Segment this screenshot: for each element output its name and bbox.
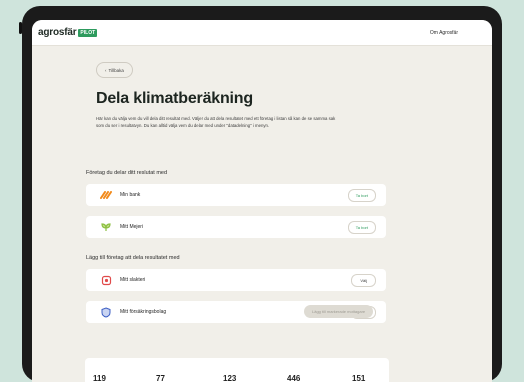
pilot-badge: PILOT xyxy=(78,28,98,37)
company-name: Mitt Mejeri xyxy=(120,224,144,230)
stat-value: 119 xyxy=(93,374,106,382)
page-description: Här kan du välja vem du vill dela ditt r… xyxy=(96,116,336,128)
stats-panel: 119 77 123 446 151 xyxy=(85,358,389,382)
bank-logo-icon xyxy=(100,189,112,201)
stat-value: 446 xyxy=(287,374,301,382)
stat-value: 151 xyxy=(352,374,366,382)
stat-value: 123 xyxy=(223,374,237,382)
shared-company-card: Mitt Mejeri Ta bort xyxy=(86,216,386,238)
add-selected-recipients-button[interactable]: Lägg till markerade mottagare xyxy=(304,305,374,318)
logo[interactable]: agrosfär PILOT xyxy=(38,27,98,38)
shared-company-card: Min bank Ta bort xyxy=(86,184,386,206)
tablet-frame: agrosfär PILOT Om Agrosfär ‹ Tillbaka De… xyxy=(19,6,502,382)
company-name: Mitt slakteri xyxy=(120,277,146,283)
add-section-title: Lägg till företag att dela resultatet me… xyxy=(86,255,180,261)
top-bar: agrosfär PILOT Om Agrosfär xyxy=(32,20,492,46)
slaughterhouse-logo-icon xyxy=(100,274,112,286)
back-button-label: Tillbaka xyxy=(108,67,124,73)
insurance-shield-icon xyxy=(100,306,112,318)
remove-button[interactable]: Ta bort xyxy=(347,188,376,202)
chevron-left-icon: ‹ xyxy=(105,67,107,73)
logo-text: agrosfär xyxy=(38,27,77,38)
tablet-side-button xyxy=(19,22,22,34)
available-company-card: Mitt slakteri Välj xyxy=(86,269,386,291)
tablet-screen: agrosfär PILOT Om Agrosfär ‹ Tillbaka De… xyxy=(32,20,492,382)
back-button[interactable]: ‹ Tillbaka xyxy=(96,62,133,78)
select-button[interactable]: Välj xyxy=(351,273,376,287)
about-link[interactable]: Om Agrosfär xyxy=(430,30,458,36)
company-name: Min bank xyxy=(120,192,141,198)
dairy-logo-icon xyxy=(100,221,112,233)
shared-section-title: Företag du delar ditt reslutat med xyxy=(86,170,168,176)
stat-value: 77 xyxy=(156,374,165,382)
remove-button[interactable]: Ta bort xyxy=(347,220,376,234)
page-title: Dela klimatberäkning xyxy=(96,90,253,107)
